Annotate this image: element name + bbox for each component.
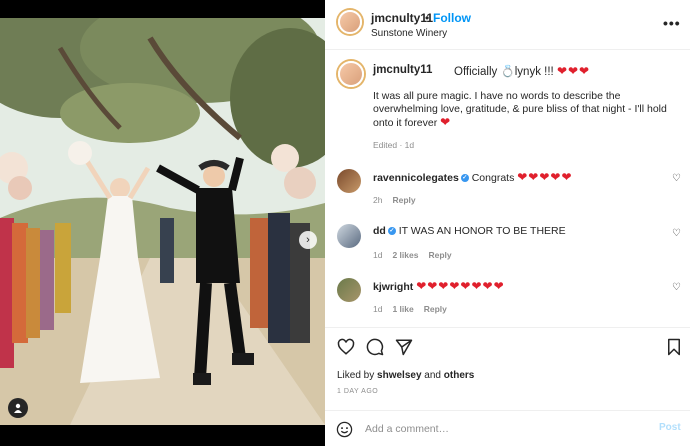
comment-time: 1d [373,304,383,314]
reply-button[interactable]: Reply [392,195,415,205]
comment-username-text[interactable]: kjwright [373,281,413,293]
more-dots-icon[interactable]: ••• [663,15,681,31]
like-comment-heart-icon[interactable]: ♡ [672,228,681,239]
comment-input[interactable] [365,420,645,438]
comment-text: IT WAS AN HONOR TO BE THERE [398,225,566,237]
comment-text: Congrats [471,172,518,184]
separator-dot: • [425,11,430,25]
post-media: › [0,0,325,446]
heart-icon[interactable] [337,338,355,356]
caption-body: It was all pure magic. I have no words t… [373,90,673,130]
comment-meta: 2h Reply [373,195,416,205]
author-avatar[interactable] [338,10,362,34]
comment-hearts: ❤❤❤❤❤ [517,170,573,184]
follow-button[interactable]: Follow [433,11,471,25]
comment-username[interactable]: dd ✓ IT WAS AN HONOR TO BE THERE [373,225,566,237]
comment-meta: 1d 2 likes Reply [373,250,452,260]
add-comment-bar: Post [325,410,690,446]
author-username[interactable]: jmcnulty11 [371,11,433,25]
caption-intro-text: Officially 💍lynyk !!! [454,66,557,78]
like-comment-heart-icon[interactable]: ♡ [672,173,681,184]
liked-by-and: and [421,370,444,381]
bookmark-icon[interactable] [665,338,683,356]
comment-likes[interactable]: 2 likes [392,250,418,260]
caption-body-heart: ❤ [440,115,452,129]
caption-username[interactable]: jmcnulty11 [373,64,432,76]
commenter-avatar[interactable] [337,224,361,248]
post-location[interactable]: Sunstone Winery [371,28,447,39]
comment-username[interactable]: kjwright ❤❤❤❤❤❤❤❤ [373,279,505,293]
liked-by-prefix: Liked by [337,370,378,381]
caption-avatar[interactable] [338,61,364,87]
comment-meta: 1d 1 like Reply [373,304,447,314]
user-icon [14,403,22,413]
comment-username[interactable]: ravennicolegates ✓ Congrats ❤❤❤❤❤ [373,170,573,184]
wedding-photo[interactable]: › [0,18,325,425]
comment-username-text[interactable]: ravennicolegates [373,172,459,184]
comment-hearts: ❤❤❤❤❤❤❤❤ [416,279,505,293]
reply-button[interactable]: Reply [424,304,447,314]
post-panel: jmcnulty11 • Follow Sunstone Winery ••• … [325,0,690,446]
commenter-avatar[interactable] [337,278,361,302]
commenter-avatar[interactable] [337,169,361,193]
next-slide-button[interactable]: › [299,231,317,249]
caption-body-text: It was all pure magic. I have no words t… [373,90,667,129]
verified-badge-icon: ✓ [460,174,469,183]
comment-username-text[interactable]: dd [373,225,386,237]
caption-meta: Edited · 1d [373,140,415,150]
liked-by-user[interactable]: shwelsey [377,370,421,381]
liked-by-others[interactable]: others [444,370,475,381]
post-date[interactable]: 1 DAY AGO [337,388,378,395]
post-header: jmcnulty11 • Follow Sunstone Winery ••• [325,0,690,50]
tagged-users-button[interactable] [8,398,28,418]
comment-time: 2h [373,195,383,205]
caption-intro: Officially 💍lynyk !!! ❤❤❤ [454,64,590,78]
like-comment-heart-icon[interactable]: ♡ [672,282,681,293]
post-actions: Liked by shwelsey and others 1 DAY AGO P… [325,327,690,446]
comment-time: 1d [373,250,383,260]
share-icon[interactable] [395,338,413,356]
caption-hearts: ❤❤❤ [556,64,591,78]
reply-button[interactable]: Reply [428,250,451,260]
verified-badge-icon: ✓ [387,227,396,236]
emoji-icon[interactable] [336,421,353,438]
post-comment-button[interactable]: Post [659,422,681,433]
comment-likes[interactable]: 1 like [392,304,413,314]
photo-illustration [0,18,325,425]
liked-by-text: Liked by shwelsey and others [337,370,474,381]
comment-icon[interactable] [366,338,384,356]
